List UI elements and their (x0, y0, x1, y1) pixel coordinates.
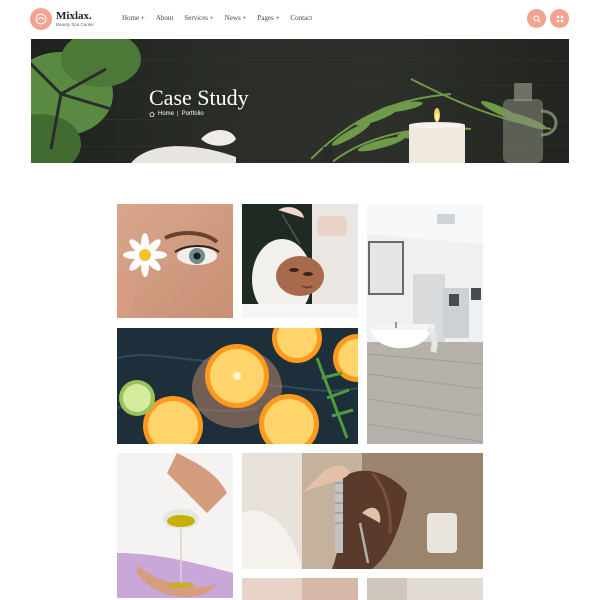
portfolio-item-partial-right[interactable] (367, 578, 483, 600)
portfolio-item-partial-left[interactable] (242, 578, 358, 600)
page-title: Case Study (149, 85, 249, 110)
portfolio-item-hair-cut[interactable] (242, 453, 483, 569)
portfolio-image (242, 204, 358, 318)
grid-icon (556, 15, 563, 22)
portfolio-image (117, 204, 233, 318)
portfolio-item-oil-pouring[interactable] (117, 453, 233, 598)
portfolio-image (367, 204, 483, 444)
portfolio-item-citrus-water[interactable] (117, 328, 358, 444)
nav-item-services[interactable]: Services + (184, 14, 213, 22)
nav-item-contact[interactable]: Contact (290, 14, 312, 22)
portfolio-image (367, 578, 483, 600)
portfolio-item-facial-mask[interactable] (242, 204, 358, 318)
nav-item-news[interactable]: News + (225, 14, 247, 22)
breadcrumb-separator: | (177, 111, 179, 117)
portfolio-image (242, 453, 483, 569)
portfolio-image (117, 453, 233, 598)
logo[interactable]: Mixlax. Beauty Spa Center (30, 8, 94, 30)
page-banner: Case Study Home | Portfolio (31, 39, 569, 163)
portfolio-image (117, 328, 358, 444)
brand-name: Mixlax. (56, 9, 92, 22)
banner-background-image (31, 39, 569, 163)
nav-item-home[interactable]: Home + (122, 14, 145, 22)
breadcrumb-home-link[interactable]: Home (158, 111, 174, 117)
brand-tagline: Beauty Spa Center (56, 21, 95, 27)
nav-item-pages[interactable]: Pages + (257, 14, 279, 22)
menu-button[interactable] (550, 9, 569, 28)
site-header: Mixlax. Beauty Spa Center Home + About S… (0, 0, 600, 38)
logo-icon (30, 8, 52, 30)
main-nav: Home + About Services + News + Pages + C… (122, 14, 312, 22)
portfolio-image (242, 578, 358, 600)
breadcrumb-current: Portfolio (181, 111, 204, 117)
home-icon (149, 111, 155, 117)
nav-item-about[interactable]: About (156, 14, 174, 22)
portfolio-item-bathroom[interactable] (367, 204, 483, 444)
breadcrumb: Home | Portfolio (149, 111, 204, 117)
search-button[interactable] (527, 9, 546, 28)
portfolio-item-eye-daisy[interactable] (117, 204, 233, 318)
search-icon (532, 14, 541, 23)
